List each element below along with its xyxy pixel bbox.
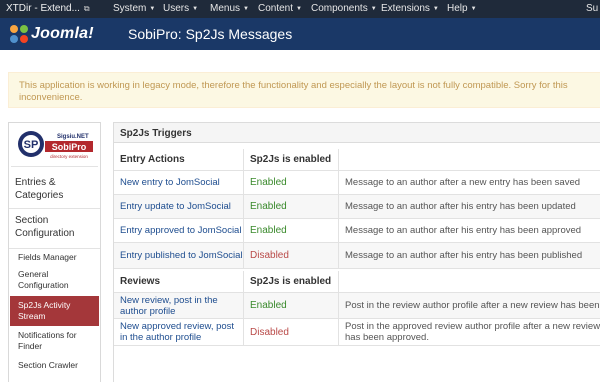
column-header: Entry Actions	[114, 149, 244, 170]
sidebar-entries-categories[interactable]: Entries & Categories	[9, 171, 100, 209]
caret-down-icon: ▼	[192, 6, 199, 12]
status-toggle[interactable]: Disabled	[250, 250, 289, 261]
sobipro-logo: SP Sigsiu.NET SobiPro directory extensio…	[11, 126, 98, 167]
page-header: Joomla! SobiPro: Sp2Js Messages	[0, 18, 600, 50]
menu-components[interactable]: Components ▼	[311, 3, 377, 14]
joomla-wordmark: Joomla!	[31, 25, 94, 42]
trigger-link[interactable]: New approved review, post in the author …	[120, 321, 243, 343]
entry-actions-header: Entry Actions Sp2Js is enabled	[114, 149, 600, 171]
sidebar-item-section-crawler[interactable]: Section Crawler	[10, 359, 99, 373]
svg-text:SobiPro: SobiPro	[52, 142, 87, 152]
joomla-logo-icon	[10, 25, 28, 43]
caret-down-icon: ▼	[296, 6, 302, 12]
top-navbar: XTDir - Extend... ⧉ System ▼ Users ▼ Menus ▼…	[0, 0, 600, 18]
table-row: Entry approved to JomSocial Enabled Mess…	[114, 219, 600, 243]
caret-down-icon: ▼	[432, 6, 439, 12]
caret-down-icon: ▼	[243, 6, 249, 12]
column-header: Sp2Js is enabled	[244, 271, 339, 292]
svg-text:directory extension: directory extension	[50, 154, 88, 159]
joomla-logo[interactable]: Joomla!	[8, 22, 126, 46]
trigger-link[interactable]: New entry to JomSocial	[120, 177, 220, 188]
panel-title: Sp2Js Triggers	[120, 128, 192, 139]
trigger-link[interactable]: Entry approved to JomSocial	[120, 225, 241, 236]
status-toggle[interactable]: Enabled	[250, 300, 287, 311]
sidebar-item-general-configuration[interactable]: General Configuration	[10, 268, 99, 294]
menu-system[interactable]: System ▼	[113, 3, 155, 14]
table-row: Entry update to JomSocial Enabled Messag…	[114, 195, 600, 219]
sidebar-item-sp2js-activity-stream[interactable]: Sp2Js Activity Stream	[10, 296, 99, 326]
legacy-mode-notice: This application is working in legacy mo…	[8, 72, 600, 108]
table-row: New entry to JomSocial Enabled Message t…	[114, 171, 600, 195]
sidebar-section-configuration[interactable]: Section Configuration	[9, 209, 100, 249]
column-header: Reviews	[114, 271, 244, 292]
caret-down-icon: ▼	[149, 6, 156, 12]
trigger-link[interactable]: New review, post in the author profile	[120, 295, 243, 317]
status-toggle[interactable]: Enabled	[250, 177, 287, 188]
trigger-description: Post in the review author profile after …	[345, 300, 600, 311]
caret-down-icon: ▼	[470, 6, 477, 12]
status-toggle[interactable]: Disabled	[250, 327, 289, 338]
column-header: Sp2Js is enabled	[244, 149, 339, 170]
menu-menus[interactable]: Menus ▼	[210, 3, 249, 14]
svg-text:Sigsiu.NET: Sigsiu.NET	[57, 134, 89, 140]
trigger-description: Message to an author after his entry has…	[345, 250, 583, 261]
user-menu[interactable]: Su	[586, 3, 598, 14]
status-toggle[interactable]: Enabled	[250, 225, 287, 236]
trigger-description: Post in the approved review author profi…	[345, 321, 600, 343]
trigger-description: Message to an author after a new entry h…	[345, 177, 581, 188]
table-row: New approved review, post in the author …	[114, 319, 600, 346]
trigger-description: Message to an author after his entry has…	[345, 201, 576, 212]
sobipro-logo-image: SP Sigsiu.NET SobiPro directory extensio…	[18, 131, 93, 159]
external-link-icon: ⧉	[83, 4, 90, 13]
svg-text:SP: SP	[24, 139, 39, 151]
panel-header: Sp2Js Triggers	[114, 123, 600, 143]
trigger-link[interactable]: Entry update to JomSocial	[120, 201, 231, 212]
menu-users[interactable]: Users ▼	[163, 3, 198, 14]
menu-help[interactable]: Help ▼	[447, 3, 477, 14]
sidebar-item-fields-manager[interactable]: Fields Manager	[10, 251, 99, 265]
page-title: SobiPro: Sp2Js Messages	[128, 26, 293, 42]
menu-extensions[interactable]: Extensions ▼	[381, 3, 439, 14]
table-row: Entry published to JomSocial Disabled Me…	[114, 243, 600, 269]
trigger-description: Message to an author after his entry has…	[345, 225, 582, 236]
sp2js-triggers-panel: Sp2Js Triggers Entry Actions Sp2Js is en…	[113, 122, 600, 382]
sidebar: SP Sigsiu.NET SobiPro directory extensio…	[8, 122, 101, 382]
menu-content[interactable]: Content ▼	[258, 3, 302, 14]
reviews-header: Reviews Sp2Js is enabled	[114, 271, 600, 293]
status-toggle[interactable]: Enabled	[250, 201, 287, 212]
sidebar-item-notifications-for-finder[interactable]: Notifications for Finder	[10, 329, 99, 355]
trigger-link[interactable]: Entry published to JomSocial	[120, 250, 243, 261]
table-row: New review, post in the author profile E…	[114, 293, 600, 319]
caret-down-icon: ▼	[370, 6, 377, 12]
site-link[interactable]: XTDir - Extend... ⧉	[6, 3, 90, 14]
